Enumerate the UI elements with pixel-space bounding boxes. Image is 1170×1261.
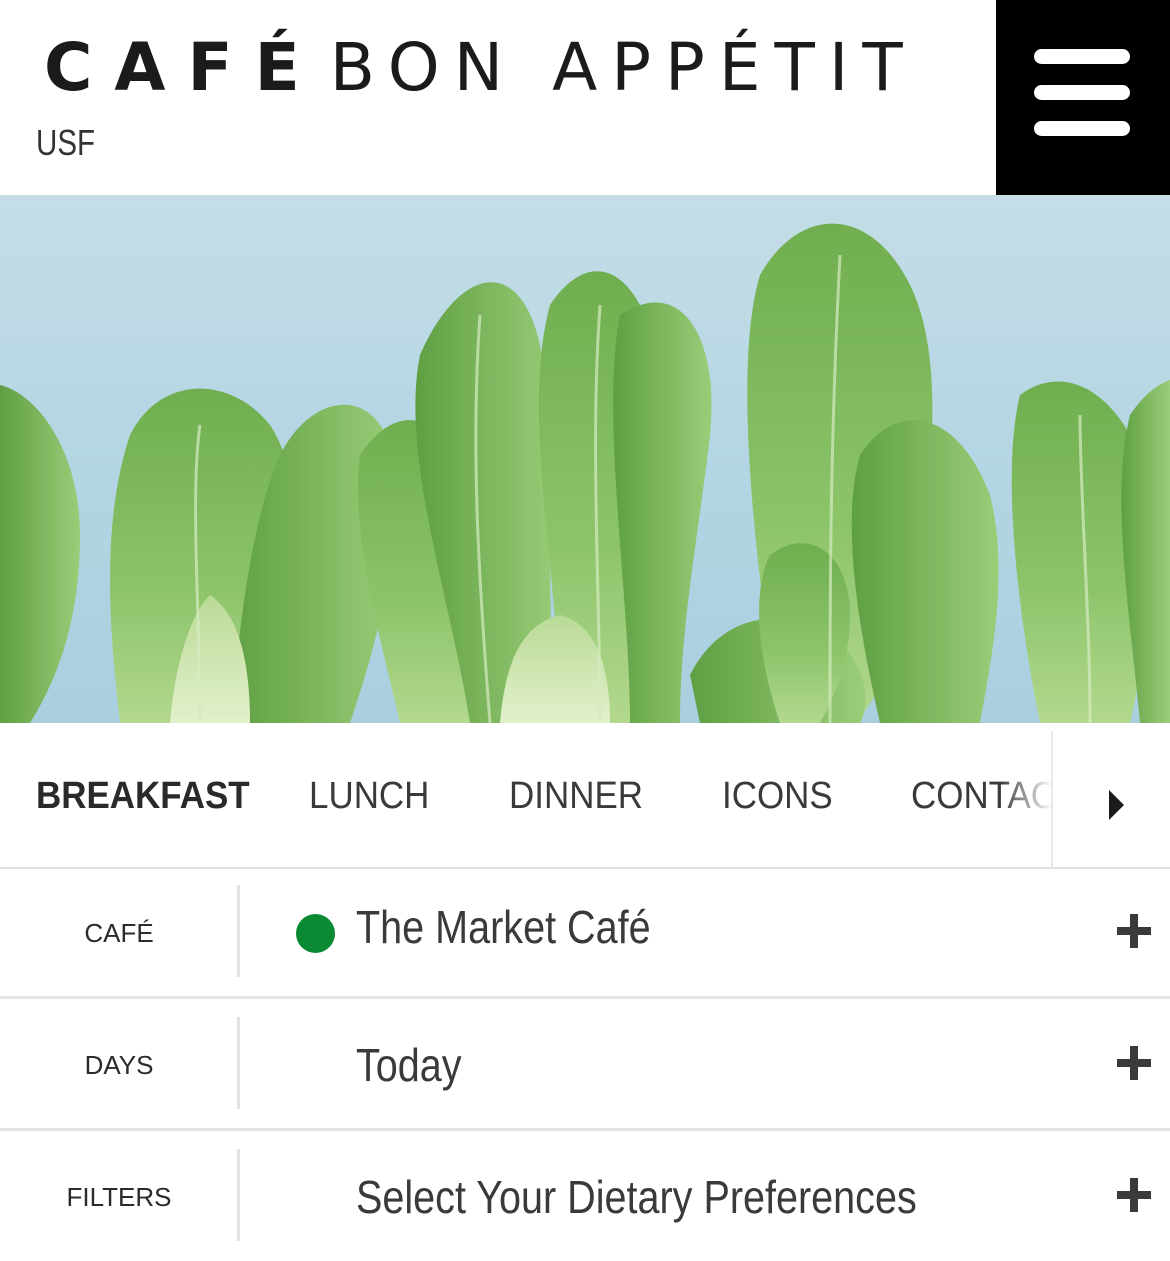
dietary-preferences-value: Select Your Dietary Preferences (356, 1171, 917, 1223)
filters-label: FILTERS (66, 1181, 172, 1212)
days-selector-row[interactable]: DAYS Today (0, 1001, 1170, 1131)
caret-right-icon (1109, 790, 1124, 820)
tab-icons[interactable]: ICONS (722, 775, 833, 818)
plus-icon[interactable] (1117, 1178, 1151, 1212)
bok-choy-hero-image (0, 195, 1170, 723)
plus-icon[interactable] (1117, 1046, 1151, 1080)
open-status-dot-icon (296, 914, 335, 953)
logo-word-bon-appetit: BON APPÉTIT (329, 28, 917, 106)
cafe-value: The Market Café (356, 901, 651, 953)
tabs-fade (1000, 723, 1052, 867)
dietary-filters-row[interactable]: FILTERS Select Your Dietary Preferences (0, 1133, 1170, 1261)
days-value: Today (356, 1039, 462, 1091)
row-divider (237, 1149, 240, 1241)
site-header: CAFÉ BON APPÉTIT USF (0, 0, 1170, 195)
tabs-scroll-right-button[interactable] (1051, 731, 1170, 867)
cafe-bon-appetit-logo[interactable]: CAFÉ BON APPÉTIT (44, 28, 917, 106)
plus-icon[interactable] (1117, 914, 1151, 948)
cafe-label: CAFÉ (84, 917, 154, 948)
site-name: USF (36, 122, 96, 163)
logo-word-cafe: CAFÉ (44, 28, 322, 106)
hero-illustration (0, 223, 1170, 723)
cafe-selector-row[interactable]: CAFÉ The Market Café (0, 869, 1170, 999)
tab-lunch[interactable]: LUNCH (309, 775, 429, 818)
days-label: DAYS (84, 1049, 154, 1080)
hamburger-icon-bar (1034, 121, 1130, 136)
hamburger-icon (1034, 49, 1130, 64)
row-divider (237, 1017, 240, 1109)
tab-breakfast[interactable]: BREAKFAST (36, 775, 250, 818)
tab-dinner[interactable]: DINNER (509, 775, 643, 818)
meal-tabs: BREAKFAST LUNCH DINNER ICONS CONTAC (0, 723, 1170, 869)
hamburger-menu-button[interactable] (996, 0, 1170, 195)
hamburger-icon-bar (1034, 85, 1130, 100)
row-divider (237, 885, 240, 977)
